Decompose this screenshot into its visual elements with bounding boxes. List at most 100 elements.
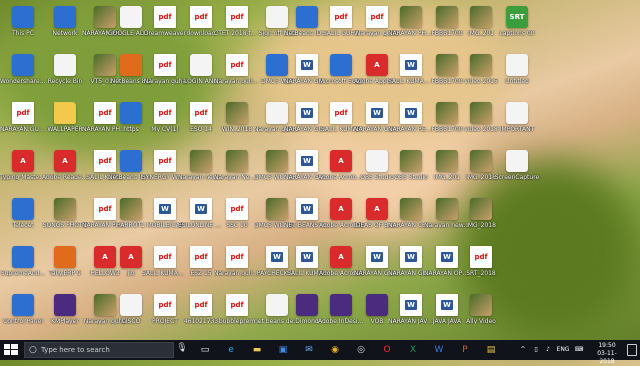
notification-center-icon[interactable] [627, 344, 637, 356]
desktop-icon[interactable]: ScreenCapture [495, 148, 539, 194]
desktop-icon[interactable]: pdf PROJECT [146, 292, 184, 338]
desktop-icon[interactable]: pdf download [182, 4, 220, 50]
edge-icon[interactable]: e [222, 342, 240, 358]
taskbar-search-box[interactable]: ○ Type here to search [24, 342, 174, 358]
desktop-icon[interactable]: AIDEAS OF BANKING [354, 196, 400, 242]
keyboard-icon[interactable]: ⌨ [572, 340, 586, 360]
desktop-icon[interactable]: pdf bubbleprem [218, 292, 256, 338]
microphone-icon[interactable]: 🎙 [176, 343, 188, 357]
desktop-icon[interactable]: pdf Narayan guha [144, 52, 186, 98]
desktop-icon[interactable]: NARAYAN GUHA [284, 148, 330, 194]
desktop-icon[interactable]: A Typing Master 10 [0, 148, 46, 194]
desktop-icon[interactable]: pdf Narayan guha... [214, 244, 260, 290]
desktop-icon[interactable]: A Adobe Acrobat [319, 196, 363, 242]
desktop-icon[interactable]: A Adobe Reader X [42, 148, 88, 194]
desktop-icon[interactable]: pdf ESO 14 [182, 100, 220, 146]
desktop-icon[interactable]: WALLPAPER [46, 100, 84, 146]
desktop-icon[interactable]: A Adobe Acrobat [319, 244, 363, 290]
desktop-icon[interactable]: NetBeans IDE 8.1 [284, 4, 330, 50]
desktop-icon[interactable]: pdf ESZ 15 [182, 244, 220, 290]
desktop-icon[interactable]: Narayan new photo [424, 196, 470, 242]
desktop-icon[interactable]: pdf SALIL GUHA [322, 4, 360, 50]
volume-icon[interactable]: ♪ [542, 340, 554, 360]
desktop-icon[interactable]: pdf SYNERGY WIPRO [142, 148, 188, 194]
explorer-icon[interactable]: ▤ [482, 342, 500, 358]
desktop-icon[interactable]: FBBB1700 [428, 100, 466, 146]
desktop-icon[interactable]: Narayan New video [214, 148, 260, 194]
network-icon[interactable]: ▯ [530, 340, 542, 360]
desktop-icon[interactable]: NetBeans IDE 8.1 [108, 148, 154, 194]
desktop-icon[interactable]: NARAYAN GUHA [388, 244, 434, 290]
desktop-icon[interactable]: NARAYAN GUHA [354, 244, 400, 290]
desktop-icon[interactable]: SRT captions 00 [498, 4, 536, 50]
file-explorer-icon[interactable]: ▬ [248, 342, 266, 358]
desktop-icon[interactable]: IMG_2018 [462, 148, 500, 194]
desktop-icon[interactable]: Recycle Bin [46, 52, 84, 98]
desktop-icon[interactable]: NARAYAN GUHA [354, 100, 400, 146]
desktop-icon[interactable]: Microsoft Edge [319, 52, 363, 98]
desktop-icon[interactable]: NARAYAN OPERATING [424, 244, 470, 290]
language-indicator[interactable]: ENG [556, 340, 570, 360]
desktop-icon[interactable]: pdf SRT_2018 [462, 244, 500, 290]
desktop-icon[interactable]: IMG_2018 [462, 196, 500, 242]
desktop-icon[interactable]: IMPORTANT [498, 100, 536, 146]
desktop-icon[interactable]: PARROT1 [112, 196, 150, 242]
word-icon[interactable]: W [430, 342, 448, 358]
desktop-icon[interactable]: pdfSALIL KUMAR G... [142, 244, 188, 290]
windows-start-icon[interactable] [3, 343, 19, 357]
desktop-icon[interactable]: pdfCTET 2018 the exam [214, 4, 260, 50]
desktop-icon[interactable]: WIN_2018 [218, 100, 256, 146]
desktop-icon[interactable]: NARAYAN JAVA 3D [388, 292, 434, 338]
desktop-icon[interactable]: Wondershare Filmora [0, 52, 46, 98]
desktop-icon[interactable]: FBBB1700 [428, 4, 466, 50]
desktop-icon[interactable]: FBBB1700 [428, 52, 466, 98]
task-view-icon[interactable]: ▭ [196, 342, 214, 358]
desktop-icon[interactable]: CISCO [112, 292, 150, 338]
desktop-icon[interactable]: LOGIN AND [182, 52, 220, 98]
obs-icon[interactable]: ◎ [352, 342, 370, 358]
desktop-icon[interactable]: This PC [4, 4, 42, 50]
desktop-icon[interactable]: GOOGLE ADSENSE [108, 4, 154, 50]
excel-icon[interactable]: X [404, 342, 422, 358]
chrome-icon[interactable]: ◉ [326, 342, 344, 358]
desktop-icon[interactable]: IMG_201 [428, 148, 466, 194]
desktop-icon[interactable]: pdf SSC 10 [218, 196, 256, 242]
desktop-icon[interactable]: pdf My CV(1) [146, 100, 184, 146]
desktop-icon[interactable]: ESILONLINE CLEARANCE [178, 196, 224, 242]
desktop-icon[interactable]: KMPlayer [46, 292, 84, 338]
desktop-icon[interactable]: Dimond [288, 292, 326, 338]
desktop-icon[interactable]: video 2015 [462, 52, 500, 98]
opera-icon[interactable]: O [378, 342, 396, 358]
desktop-icon[interactable]: SALIL KUMAR OPERATING [388, 52, 434, 98]
desktop-icon[interactable]: JAVA JAVA [428, 292, 466, 338]
mail-icon[interactable]: ✉ [300, 342, 318, 358]
desktop-icon[interactable]: Telecet [4, 196, 42, 242]
desktop-icon[interactable]: NARAYAN CERTIFICATE [388, 196, 434, 242]
desktop-icon[interactable]: MOBILE/CAP [146, 196, 184, 242]
desktop-icon[interactable]: NET BEANS PROJECT [284, 196, 330, 242]
store-icon[interactable]: ▣ [274, 342, 292, 358]
desktop-icon[interactable]: VOB [358, 292, 396, 338]
desktop-icon[interactable]: AAdobe Applicati... [354, 52, 400, 98]
desktop-icon[interactable]: Ally Video [462, 292, 500, 338]
desktop-icon[interactable]: pdf NARAYAN GUHA [0, 100, 46, 146]
desktop-icon[interactable]: Ajio [112, 244, 150, 290]
desktop-icon[interactable]: NARAYAN PHOTO [388, 4, 434, 50]
desktop-icon[interactable]: NARAYAN GUHA [284, 52, 330, 98]
desktop-icon[interactable]: Adobe InDesign [318, 292, 364, 338]
desktop-icon[interactable]: Untitled [498, 52, 536, 98]
system-clock[interactable]: 19:50 03-11-2018 [590, 342, 624, 366]
desktop-icon[interactable]: OBS Studio [392, 148, 430, 194]
desktop-icon[interactable]: pdf Dreamweaver [144, 4, 186, 50]
desktop-icon[interactable]: IMG_201 [462, 4, 500, 50]
desktop-icon[interactable]: video 2018 [462, 100, 500, 146]
desktop-icon[interactable]: SONGS PHOTO [43, 196, 87, 242]
desktop-icon[interactable]: Narayan new photo [178, 148, 224, 194]
show-hidden-icons-icon[interactable]: ^ [516, 340, 530, 360]
desktop-icon[interactable]: AAdobe Acrobat DC [318, 148, 364, 194]
desktop-icon[interactable]: pdf Narayan guha [356, 4, 398, 50]
desktop-icon[interactable]: pdfNarayan guha result [214, 52, 260, 98]
desktop-icon[interactable]: pdf SALIL KUMAR [321, 100, 361, 146]
desktop-icon[interactable]: Control Panel [3, 292, 43, 338]
desktop-icon[interactable]: https [112, 100, 150, 146]
